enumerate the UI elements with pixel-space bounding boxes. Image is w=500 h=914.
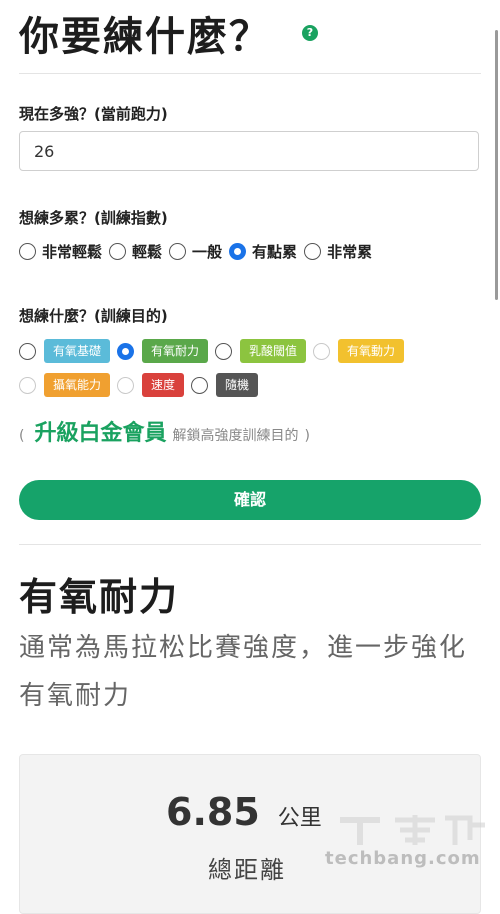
goal-radio-speed[interactable] [117, 376, 135, 394]
scrollbar[interactable] [495, 30, 498, 300]
current-pace-label: 現在多強？(當前跑力) [19, 105, 168, 123]
goal-tag-random[interactable]: 隨機 [216, 373, 259, 397]
confirm-button[interactable]: 確認 [19, 480, 481, 520]
intensity-option-label[interactable]: 有點累 [252, 241, 297, 262]
goal-tag-aerobic-base[interactable]: 有氧基礎 [44, 339, 111, 363]
goal-options-row-1: 有氧基礎 有氧耐力 乳酸閾值 有氧動力 [19, 339, 411, 363]
goal-radio-aerobic-endurance[interactable] [117, 342, 135, 360]
intensity-option-label[interactable]: 輕鬆 [132, 241, 162, 262]
upgrade-link[interactable]: 升級白金會員 [34, 415, 166, 447]
distance-unit: 公里 [277, 806, 322, 831]
upgrade-close-paren: ) [304, 428, 310, 444]
intensity-option-label[interactable]: 一般 [192, 241, 222, 262]
current-pace-input[interactable] [19, 131, 479, 171]
upgrade-text: 解鎖高強度訓練目的 [172, 428, 299, 444]
goal-radio-aerobic-base[interactable] [19, 342, 36, 360]
intensity-radio-easy[interactable] [109, 243, 127, 260]
distance-value: 6.85 [166, 790, 260, 834]
result-description: 通常為馬拉松比賽強度，進一步強化有氧耐力 [19, 633, 468, 711]
result-title: 有氧耐力 [19, 575, 180, 619]
intensity-radio-very-tired[interactable] [304, 243, 322, 260]
question-circle-icon[interactable]: ? [302, 25, 318, 41]
intensity-radio-very-easy[interactable] [19, 243, 36, 260]
goal-tag-speed[interactable]: 速度 [142, 373, 185, 397]
intensity-options: 非常輕鬆 輕鬆 一般 有點累 非常累 [19, 241, 379, 262]
goal-radio-random[interactable] [191, 376, 209, 394]
divider [19, 73, 481, 74]
intensity-radio-somewhat-tired[interactable] [229, 243, 247, 260]
goal-radio-aerobic-power[interactable] [313, 342, 331, 360]
upgrade-open-paren: ( [19, 428, 25, 444]
distance-label: 總距離 [208, 856, 286, 884]
distance-metric: 6.85 公里 [166, 790, 322, 834]
goal-tag-vo2max[interactable]: 攝氧能力 [44, 373, 111, 397]
upgrade-note: ( 升級白金會員 解鎖高強度訓練目的 ) [19, 415, 310, 447]
goal-radio-lactate-threshold[interactable] [215, 342, 233, 360]
goal-options-row-2: 攝氧能力 速度 隨機 [19, 373, 265, 397]
watermark-logo [340, 815, 485, 845]
divider [19, 544, 481, 545]
goal-radio-vo2max[interactable] [19, 376, 36, 394]
goal-label: 想練什麼？(訓練目的) [19, 307, 168, 325]
goal-tag-lactate-threshold[interactable]: 乳酸閾值 [240, 339, 307, 363]
intensity-label: 想練多累？(訓練指數) [19, 209, 168, 227]
intensity-option-label[interactable]: 非常輕鬆 [42, 241, 102, 262]
page-title: 你要練什麼？ [19, 14, 271, 60]
intensity-option-label[interactable]: 非常累 [327, 241, 372, 262]
goal-tag-aerobic-endurance[interactable]: 有氧耐力 [142, 339, 209, 363]
goal-tag-aerobic-power[interactable]: 有氧動力 [338, 339, 405, 363]
watermark-text: techbang.com [325, 848, 481, 869]
intensity-radio-normal[interactable] [169, 243, 187, 260]
